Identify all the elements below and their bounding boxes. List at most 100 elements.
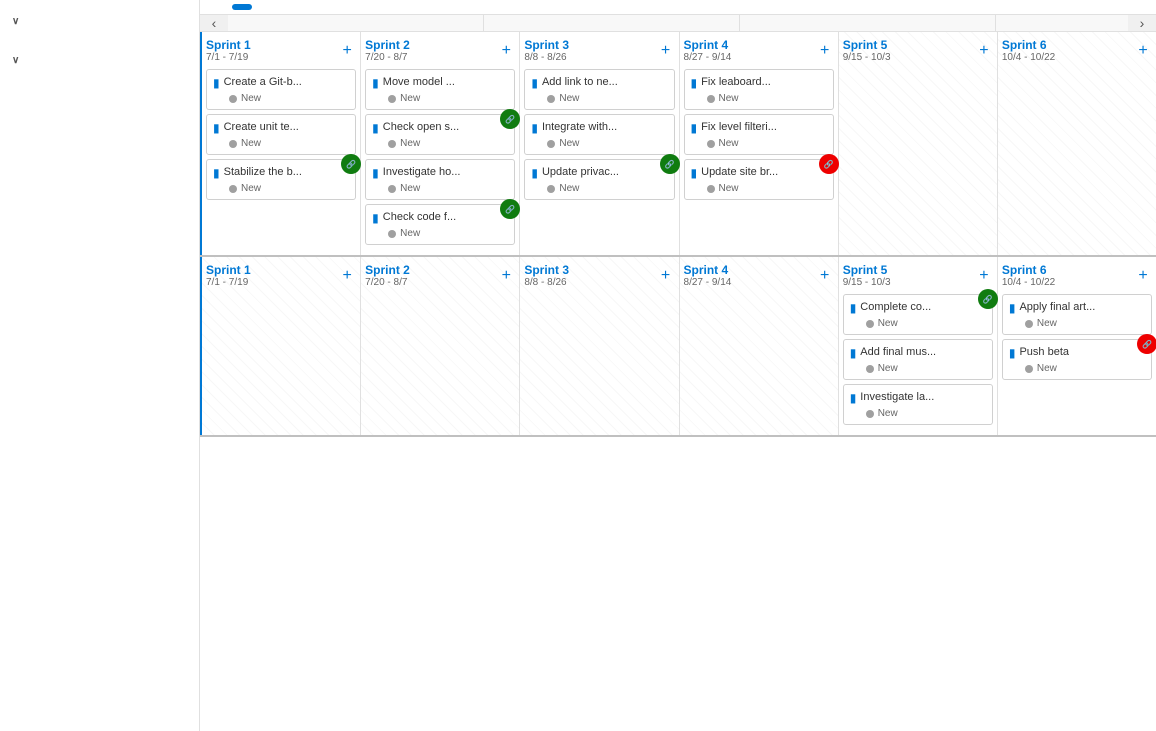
sprint-title-3[interactable]: Sprint 4	[684, 38, 732, 52]
scroll-area: Sprint 17/1 - 7/19+ ▮Create a Git-b...New…	[200, 32, 1156, 731]
sprint-col-1: Sprint 27/20 - 8/7+▮Move model ...New▮Ch…	[361, 32, 520, 255]
work-item-card[interactable]: ▮Update privac...New🔗	[524, 159, 674, 200]
sprint-dates-3: 8/27 - 9/14	[684, 277, 732, 288]
work-item-card[interactable]: ▮Apply final art...New	[1002, 294, 1152, 335]
sprint-title-5[interactable]: Sprint 6	[1002, 38, 1055, 52]
sprint-dates-1: 7/20 - 8/7	[365, 277, 410, 288]
sprint-add-button-0[interactable]: +	[338, 267, 356, 285]
work-item-title: Check code f...	[383, 210, 509, 224]
work-item-card[interactable]: ▮Create a Git-b...New	[206, 69, 356, 110]
sprint-header-1: Sprint 27/20 - 8/7 +	[365, 263, 515, 288]
sprint-header-1: Sprint 27/20 - 8/7 +	[365, 38, 515, 63]
work-item-title: Stabilize the b...	[224, 165, 350, 179]
status-text: New	[878, 408, 898, 419]
sprint-dates-1: 7/20 - 8/7	[365, 52, 410, 63]
sprint-col-3: Sprint 48/27 - 9/14+▮Fix leaboard...New▮…	[680, 32, 839, 255]
work-item-card[interactable]: ▮Create unit te...New	[206, 114, 356, 155]
status-text: New	[400, 93, 420, 104]
work-item-icon: ▮	[691, 76, 698, 90]
work-item-icon: ▮	[691, 166, 698, 180]
work-item-card[interactable]: ▮Check code f...New🔗	[365, 204, 515, 245]
work-item-icon: ▮	[372, 166, 379, 180]
team1-chevron-icon: ∨	[12, 16, 19, 27]
status-dot	[229, 95, 237, 103]
team1-header[interactable]: ∨	[8, 12, 191, 31]
work-item-title: Check open s...	[383, 120, 509, 134]
sprint-add-button-5[interactable]: +	[1134, 267, 1152, 285]
work-item-card[interactable]: ▮Integrate with...New	[524, 114, 674, 155]
work-item-card[interactable]: ▮Add final mus...New	[843, 339, 993, 380]
work-item-title: Add link to ne...	[542, 75, 668, 89]
status-text: New	[559, 183, 579, 194]
team1-section: ∨	[0, 8, 199, 39]
sprint-add-button-2[interactable]: +	[657, 267, 675, 285]
status-dot	[229, 185, 237, 193]
main-content: ‹ › Sprint 17/1 - 7/19+ ▮Create a Git-b..…	[200, 0, 1156, 731]
work-item-card[interactable]: ▮Push betaNew🔗	[1002, 339, 1152, 380]
team2-section: ∨	[0, 47, 199, 78]
work-item-card[interactable]: ▮Fix leaboard...New	[684, 69, 834, 110]
sprint-add-button-5[interactable]: +	[1134, 42, 1152, 60]
link-badge: 🔗	[660, 154, 680, 174]
link-badge: 🔗	[500, 199, 520, 219]
sprint-header-2: Sprint 38/8 - 8/26+	[524, 38, 674, 63]
team1-backlog-link[interactable]	[8, 31, 191, 35]
sprint-add-button-3[interactable]: +	[816, 267, 834, 285]
month-july	[228, 15, 484, 31]
status-dot	[547, 140, 555, 148]
sprint-title-5[interactable]: Sprint 6	[1002, 263, 1055, 277]
status-text: New	[400, 228, 420, 239]
today-button[interactable]	[232, 4, 252, 10]
sprint-title-3[interactable]: Sprint 4	[684, 263, 732, 277]
sprint-dates-4: 9/15 - 10/3	[843, 277, 891, 288]
work-item-title: Investigate la...	[860, 390, 986, 404]
sprint-add-button-4[interactable]: +	[975, 267, 993, 285]
status-text: New	[559, 138, 579, 149]
sprint-col-0: Sprint 17/1 - 7/19+▮Create a Git-b...New…	[200, 32, 361, 255]
team2-header[interactable]: ∨	[8, 51, 191, 70]
sprint-title-1[interactable]: Sprint 2	[365, 263, 410, 277]
work-item-card[interactable]: ▮Investigate la...New	[843, 384, 993, 425]
status-dot	[388, 95, 396, 103]
sprint-col-5: Sprint 610/4 - 10/22+▮Apply final art...…	[998, 257, 1156, 435]
status-text: New	[241, 138, 261, 149]
sprint-dates-2: 8/8 - 8/26	[524, 277, 569, 288]
work-item-card[interactable]: ▮Fix level filteri...New	[684, 114, 834, 155]
team1-row: Sprint 17/1 - 7/19+▮Create a Git-b...New…	[200, 32, 1156, 257]
status-dot	[547, 95, 555, 103]
work-item-title: Update site br...	[701, 165, 827, 179]
sprint-add-button-2[interactable]: +	[657, 42, 675, 60]
sprint-title-1[interactable]: Sprint 2	[365, 38, 410, 52]
work-item-card[interactable]: ▮Complete co...New🔗	[843, 294, 993, 335]
nav-left-button[interactable]: ‹	[200, 15, 228, 31]
sprint-add-button-3[interactable]: +	[816, 42, 834, 60]
sprint-title-4[interactable]: Sprint 5	[843, 263, 891, 277]
team2-backlog-link[interactable]	[8, 70, 191, 74]
work-item-card[interactable]: ▮Check open s...New🔗	[365, 114, 515, 155]
sprint-title-0[interactable]: Sprint 1	[206, 38, 251, 52]
sprint-title-2[interactable]: Sprint 3	[524, 263, 569, 277]
work-item-icon: ▮	[531, 76, 538, 90]
work-item-card[interactable]: ▮Stabilize the b...New🔗	[206, 159, 356, 200]
work-item-icon: ▮	[213, 166, 220, 180]
sprint-title-2[interactable]: Sprint 3	[524, 38, 569, 52]
sprint-add-button-1[interactable]: +	[497, 42, 515, 60]
status-dot	[707, 95, 715, 103]
sprint-title-4[interactable]: Sprint 5	[843, 38, 891, 52]
sprint-add-button-1[interactable]: +	[497, 267, 515, 285]
sprint-header-4: Sprint 59/15 - 10/3 +	[843, 263, 993, 288]
sprint-header-3: Sprint 48/27 - 9/14 +	[684, 263, 834, 288]
status-dot	[866, 365, 874, 373]
sprint-title-0[interactable]: Sprint 1	[206, 263, 251, 277]
status-dot	[229, 140, 237, 148]
sprint-add-button-0[interactable]: +	[338, 42, 356, 60]
sprint-col-0: Sprint 17/1 - 7/19+	[200, 257, 361, 435]
team2-row: Sprint 17/1 - 7/19+Sprint 27/20 - 8/7+Sp…	[200, 257, 1156, 437]
work-item-card[interactable]: ▮Update site br...New🔗	[684, 159, 834, 200]
nav-right-button[interactable]: ›	[1128, 15, 1156, 31]
status-text: New	[559, 93, 579, 104]
work-item-card[interactable]: ▮Move model ...New	[365, 69, 515, 110]
work-item-card[interactable]: ▮ Add link to ne... New	[524, 69, 674, 110]
work-item-card[interactable]: ▮Investigate ho...New	[365, 159, 515, 200]
sprint-add-button-4[interactable]: +	[975, 42, 993, 60]
